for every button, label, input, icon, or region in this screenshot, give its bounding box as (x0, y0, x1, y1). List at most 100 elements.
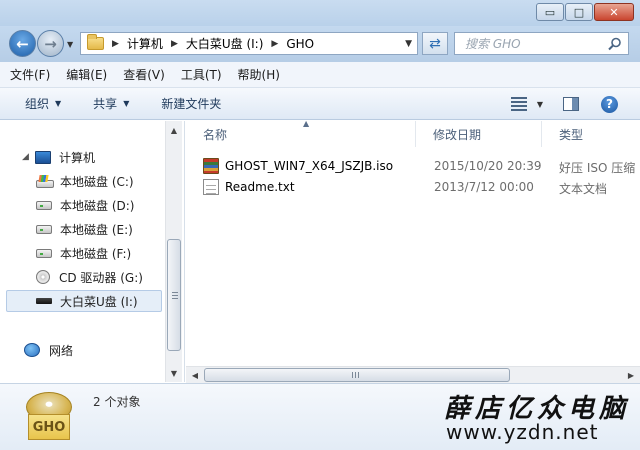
maximize-icon: □ (573, 5, 585, 19)
breadcrumb-separator-icon[interactable]: ▶ (271, 39, 278, 49)
nav-item-cd-drive-g[interactable]: CD 驱动器 (G:) (36, 266, 143, 288)
nav-item-label: 本地磁盘 (C:) (60, 174, 134, 189)
forward-button[interactable]: → (37, 30, 64, 57)
nav-item-label: 计算机 (59, 150, 96, 165)
computer-icon (35, 150, 51, 164)
column-header-name[interactable]: 名称 (186, 121, 416, 147)
search-placeholder: 搜索 GHO (465, 37, 521, 51)
preview-pane-icon[interactable] (563, 97, 579, 111)
nav-item-network[interactable]: 网络 (24, 339, 73, 361)
scrollbar-thumb[interactable] (167, 239, 181, 351)
new-folder-label: 新建文件夹 (161, 97, 222, 111)
recent-pages-dropdown[interactable]: ▼ (67, 40, 73, 49)
view-dropdown-icon[interactable]: ▼ (537, 100, 543, 109)
minimize-icon: ▭ (544, 5, 556, 19)
close-button[interactable]: ✕ (594, 3, 634, 21)
scroll-up-icon[interactable]: ▲ (166, 122, 182, 138)
nav-item-label: 本地磁盘 (D:) (60, 198, 135, 213)
file-list-scrollbar[interactable]: ◀ ▶ (186, 366, 640, 383)
nav-item-label: 网络 (49, 343, 74, 358)
share-label: 共享 (93, 97, 118, 111)
menu-help[interactable]: 帮助(H) (238, 66, 280, 83)
nav-item-drive-f[interactable]: 本地磁盘 (F:) (36, 242, 131, 264)
nav-item-computer[interactable]: ◢ 计算机 (22, 146, 95, 168)
nav-item-drive-d[interactable]: 本地磁盘 (D:) (36, 194, 134, 216)
view-options-icon[interactable] (510, 97, 527, 111)
scroll-right-icon[interactable]: ▶ (623, 367, 639, 383)
nav-item-label: CD 驱动器 (G:) (59, 270, 143, 285)
chevron-down-icon: ▼ (55, 99, 62, 108)
menu-view[interactable]: 查看(V) (123, 66, 165, 83)
hard-drive-icon (36, 248, 52, 258)
nav-item-label: 本地磁盘 (F:) (60, 246, 132, 261)
gho-folder-icon: GHO (26, 392, 72, 442)
share-button[interactable]: 共享 ▼ (93, 95, 129, 112)
usb-drive-icon (36, 298, 52, 304)
search-input[interactable]: 搜索 GHO (454, 32, 629, 55)
breadcrumb-computer[interactable]: 计算机 (127, 35, 163, 52)
nav-item-usb-drive-i[interactable]: 大白菜U盘 (I:) (6, 290, 162, 312)
menu-file[interactable]: 文件(F) (10, 66, 50, 83)
nav-item-label: 本地磁盘 (E:) (60, 222, 133, 237)
toolbar-right: ▼ ? (510, 88, 640, 120)
file-date: 2015/10/20 20:39 (434, 159, 542, 173)
file-name: GHOST_WIN7_X64_JSZJB.iso (225, 159, 394, 173)
item-count: 2 个对象 (93, 395, 141, 409)
close-icon: ✕ (609, 5, 619, 19)
chevron-down-icon: ▼ (67, 40, 74, 49)
navigation-pane: ◢ 计算机 本地磁盘 (C:) 本地磁盘 (D:) 本地磁盘 (E:) 本地磁盘… (0, 121, 185, 382)
navigation-scrollbar[interactable]: ▲ ▼ (165, 121, 182, 382)
breadcrumb-separator-icon[interactable]: ▶ (171, 39, 178, 49)
cd-drive-icon (36, 270, 50, 284)
file-date: 2013/7/12 00:00 (434, 180, 534, 194)
scrollbar-thumb[interactable] (204, 368, 510, 382)
nav-item-label: 大白菜U盘 (I:) (60, 294, 138, 309)
breadcrumb-usb-drive[interactable]: 大白菜U盘 (I:) (186, 35, 264, 52)
hard-drive-icon (36, 224, 52, 234)
title-bar: ▭ □ ✕ (0, 0, 640, 26)
arrow-right-icon: → (44, 34, 57, 53)
iso-archive-icon (203, 158, 219, 174)
chevron-down-icon: ▼ (123, 99, 130, 108)
grip-icon (352, 372, 359, 378)
window-controls: ▭ □ ✕ (536, 3, 634, 21)
column-label: 类型 (559, 127, 584, 142)
column-label: 修改日期 (433, 127, 482, 142)
minimize-button[interactable]: ▭ (536, 3, 564, 21)
arrow-left-icon: ← (16, 34, 29, 53)
breadcrumb-separator-icon[interactable]: ▶ (112, 39, 119, 49)
file-name: Readme.txt (225, 180, 295, 194)
menu-bar: 文件(F) 编辑(E) 查看(V) 工具(T) 帮助(H) (0, 62, 640, 88)
column-header-type[interactable]: 类型 (542, 121, 640, 147)
hard-drive-icon (36, 200, 52, 210)
network-icon (24, 343, 40, 357)
scroll-left-icon[interactable]: ◀ (187, 367, 203, 383)
organize-button[interactable]: 组织 ▼ (25, 95, 61, 112)
file-row-iso[interactable]: GHOST_WIN7_X64_JSZJB.iso 2015/10/20 20:3… (186, 156, 640, 177)
file-type: 好压 ISO 压缩 (559, 161, 636, 175)
system-drive-icon (36, 175, 54, 188)
refresh-button[interactable]: ⇄ (422, 32, 448, 55)
nav-item-drive-c[interactable]: 本地磁盘 (C:) (36, 170, 134, 192)
file-row-readme[interactable]: Readme.txt 2013/7/12 00:00 文本文档 (186, 177, 640, 198)
grip-icon (172, 292, 178, 299)
help-icon[interactable]: ? (601, 95, 618, 113)
gho-icon-label: GHO (28, 414, 70, 440)
search-icon (608, 37, 621, 51)
maximize-button[interactable]: □ (565, 3, 593, 21)
expand-arrow-icon[interactable]: ◢ (22, 152, 31, 162)
menu-tools[interactable]: 工具(T) (181, 66, 222, 83)
refresh-icon: ⇄ (429, 35, 441, 52)
address-dropdown-icon[interactable]: ▼ (405, 39, 412, 49)
column-header-date[interactable]: 修改日期 (416, 121, 542, 147)
menu-edit[interactable]: 编辑(E) (66, 66, 107, 83)
folder-icon (87, 34, 104, 50)
address-bar[interactable]: ▶ 计算机 ▶ 大白菜U盘 (I:) ▶ GHO ▼ (80, 32, 418, 55)
text-file-icon (203, 179, 219, 195)
column-label: 名称 (203, 127, 228, 142)
breadcrumb-gho[interactable]: GHO (286, 37, 314, 51)
new-folder-button[interactable]: 新建文件夹 (161, 95, 221, 112)
scroll-down-icon[interactable]: ▼ (166, 365, 182, 381)
back-button[interactable]: ← (9, 30, 36, 57)
nav-item-drive-e[interactable]: 本地磁盘 (E:) (36, 218, 133, 240)
